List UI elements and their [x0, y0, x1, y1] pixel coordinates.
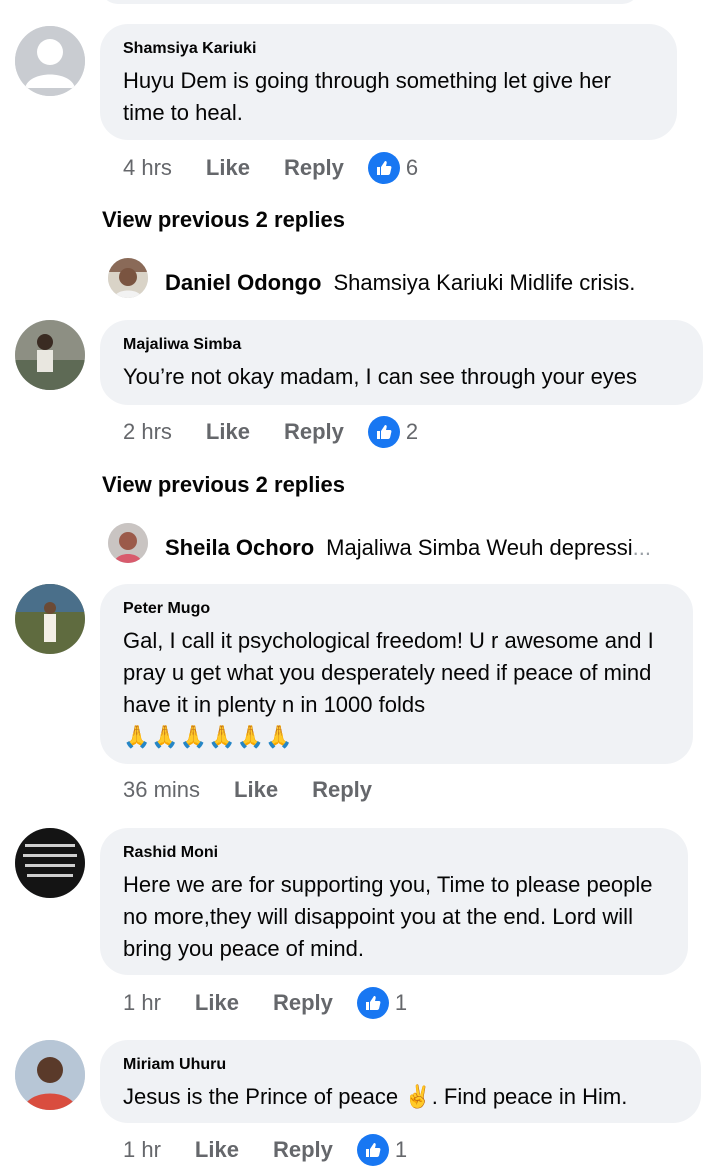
- comment-text: Here we are for supporting you, Time to …: [123, 872, 653, 961]
- view-previous-replies[interactable]: View previous 2 replies: [102, 470, 345, 500]
- reply-text: Shamsiya Kariuki Midlife crisis.: [333, 270, 636, 295]
- reply-button[interactable]: Reply: [273, 988, 333, 1018]
- default-profile-icon: [15, 26, 85, 96]
- reply-button[interactable]: Reply: [312, 775, 372, 805]
- reply-text: Majaliwa Simba Weuh depressi: [326, 535, 633, 560]
- victory-hand-emoji: ✌️: [404, 1084, 432, 1109]
- reply-avatar[interactable]: [108, 523, 148, 563]
- thumbs-up-icon: [367, 152, 400, 184]
- reaction-count: 2: [405, 419, 419, 444]
- comment-actions: 1 hr Like Reply 1: [123, 1134, 407, 1166]
- reaction-count: 1: [394, 1137, 408, 1162]
- comment-actions: 1 hr Like Reply 1: [123, 987, 407, 1019]
- like-button[interactable]: Like: [195, 1135, 239, 1165]
- comment-author[interactable]: Miriam Uhuru: [123, 1055, 679, 1075]
- previous-comment-remnant: [100, 0, 640, 4]
- comment-bubble: Peter Mugo Gal, I call it psychological …: [100, 584, 693, 764]
- comment-author[interactable]: Peter Mugo: [123, 599, 671, 619]
- reply-button[interactable]: Reply: [284, 417, 344, 447]
- reply-author[interactable]: Sheila Ochoro: [165, 535, 314, 560]
- comment-author[interactable]: Rashid Moni: [123, 843, 666, 863]
- view-previous-replies[interactable]: View previous 2 replies: [102, 205, 345, 235]
- thumbs-up-icon: [356, 1134, 389, 1166]
- reply-avatar[interactable]: [108, 258, 148, 298]
- comment-bubble: Shamsiya Kariuki Huyu Dem is going throu…: [100, 24, 677, 140]
- avatar[interactable]: [15, 320, 85, 390]
- comment-bubble: Majaliwa Simba You’re not okay madam, I …: [100, 320, 703, 405]
- reply-preview[interactable]: Daniel Odongo Shamsiya Kariuki Midlife cr…: [165, 268, 685, 298]
- reply-button[interactable]: Reply: [273, 1135, 333, 1165]
- reaction-summary[interactable]: 2: [367, 416, 419, 448]
- comment-text: Huyu Dem is going through something let …: [123, 68, 611, 125]
- profile-photo-icon: [15, 320, 85, 390]
- thumbs-up-icon: [367, 416, 400, 448]
- reaction-summary[interactable]: 1: [356, 987, 408, 1019]
- comment-text: You’re not okay madam, I can see through…: [123, 364, 638, 389]
- avatar[interactable]: [15, 584, 85, 654]
- comment-actions: 4 hrs Like Reply 6: [123, 152, 418, 184]
- reply-author[interactable]: Daniel Odongo: [165, 270, 321, 295]
- comment-actions: 2 hrs Like Reply 2: [123, 416, 418, 448]
- profile-photo-icon: [108, 523, 148, 563]
- reaction-summary[interactable]: 1: [356, 1134, 408, 1166]
- like-button[interactable]: Like: [234, 775, 278, 805]
- comment-actions: 36 mins Like Reply: [123, 775, 372, 805]
- reaction-count: 1: [394, 990, 408, 1015]
- comment-bubble: Miriam Uhuru Jesus is the Prince of peac…: [100, 1040, 701, 1123]
- avatar[interactable]: [15, 1040, 85, 1110]
- comment-time[interactable]: 36 mins: [123, 775, 200, 805]
- reaction-summary[interactable]: 6: [367, 152, 419, 184]
- folded-hands-emoji: 🙏🙏🙏🙏🙏🙏: [123, 724, 294, 749]
- comment-time[interactable]: 2 hrs: [123, 417, 172, 447]
- truncation-ellipsis: ...: [632, 535, 652, 560]
- comment-text: Jesus is the Prince of peace ✌️. Find pe…: [123, 1081, 679, 1113]
- thumbs-up-icon: [356, 987, 389, 1019]
- comment-time[interactable]: 4 hrs: [123, 153, 172, 183]
- profile-photo-icon: [15, 1040, 85, 1110]
- avatar[interactable]: [15, 828, 85, 898]
- comment-time[interactable]: 1 hr: [123, 1135, 161, 1165]
- comment-bubble: Rashid Moni Here we are for supporting y…: [100, 828, 688, 975]
- comment-text-end: . Find peace in Him.: [431, 1084, 628, 1109]
- profile-photo-icon: [15, 828, 85, 898]
- profile-photo-icon: [15, 584, 85, 654]
- profile-photo-icon: [108, 258, 148, 298]
- reaction-count: 6: [405, 155, 419, 180]
- comment-author[interactable]: Majaliwa Simba: [123, 335, 681, 355]
- comment-text: Gal, I call it psychological freedom! U …: [123, 628, 654, 717]
- like-button[interactable]: Like: [195, 988, 239, 1018]
- reply-button[interactable]: Reply: [284, 153, 344, 183]
- default-avatar[interactable]: [15, 26, 85, 96]
- like-button[interactable]: Like: [206, 417, 250, 447]
- comment-time[interactable]: 1 hr: [123, 988, 161, 1018]
- like-button[interactable]: Like: [206, 153, 250, 183]
- comment-author[interactable]: Shamsiya Kariuki: [123, 39, 655, 59]
- comment-text-start: Jesus is the Prince of peace: [123, 1084, 399, 1109]
- reply-preview[interactable]: Sheila Ochoro Majaliwa Simba Weuh depress…: [165, 533, 685, 563]
